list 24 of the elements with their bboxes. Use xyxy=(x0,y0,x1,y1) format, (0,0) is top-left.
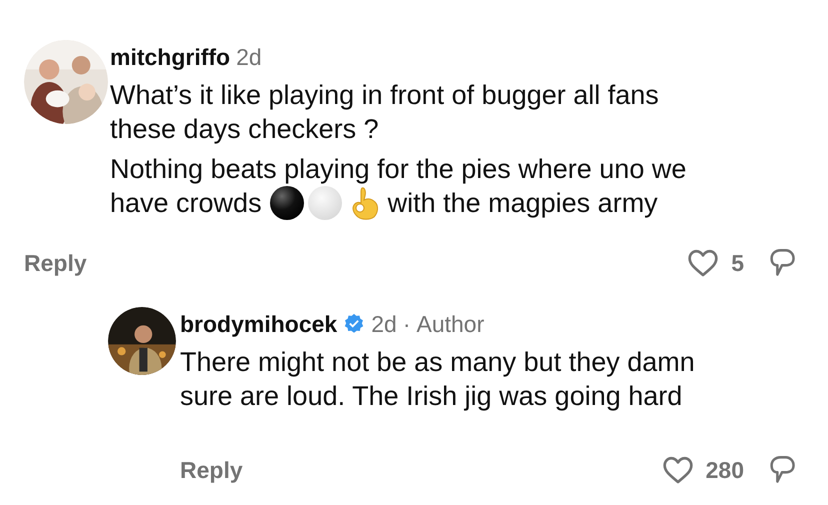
username[interactable]: brodymihocek xyxy=(180,308,338,338)
reply-button[interactable]: Reply xyxy=(180,452,243,487)
heart-icon[interactable] xyxy=(687,248,720,278)
author-label: Author xyxy=(416,310,484,338)
comment-text: What’s it like playing in front of bugger all fans xyxy=(110,79,659,112)
comment-text: Nothing beats playing for the pies where uno we xyxy=(110,153,686,186)
dislike-icon[interactable] xyxy=(768,454,796,485)
comment-text: have crowds xyxy=(110,187,262,220)
reply-button[interactable]: Reply xyxy=(24,246,87,280)
comment-time: 2d xyxy=(236,43,262,72)
like-count: 5 xyxy=(731,249,744,278)
ball-icon xyxy=(308,186,342,220)
comment-time: 2d xyxy=(371,310,397,338)
heart-icon[interactable] xyxy=(662,454,694,485)
separator-dot: · xyxy=(402,310,410,338)
dislike-icon[interactable] xyxy=(768,248,796,278)
comment-text: sure are loud. The Irish jig was going hard xyxy=(180,380,682,412)
comment-text: with the magpies army xyxy=(388,187,658,220)
ok-hand-icon xyxy=(350,186,380,220)
comment-text: There might not be as many but they damn xyxy=(180,346,695,378)
like-count: 280 xyxy=(706,456,744,484)
ball-icon xyxy=(270,186,304,220)
username[interactable]: mitchgriffo xyxy=(110,42,230,72)
comment-text: these days checkers ? xyxy=(110,113,379,146)
